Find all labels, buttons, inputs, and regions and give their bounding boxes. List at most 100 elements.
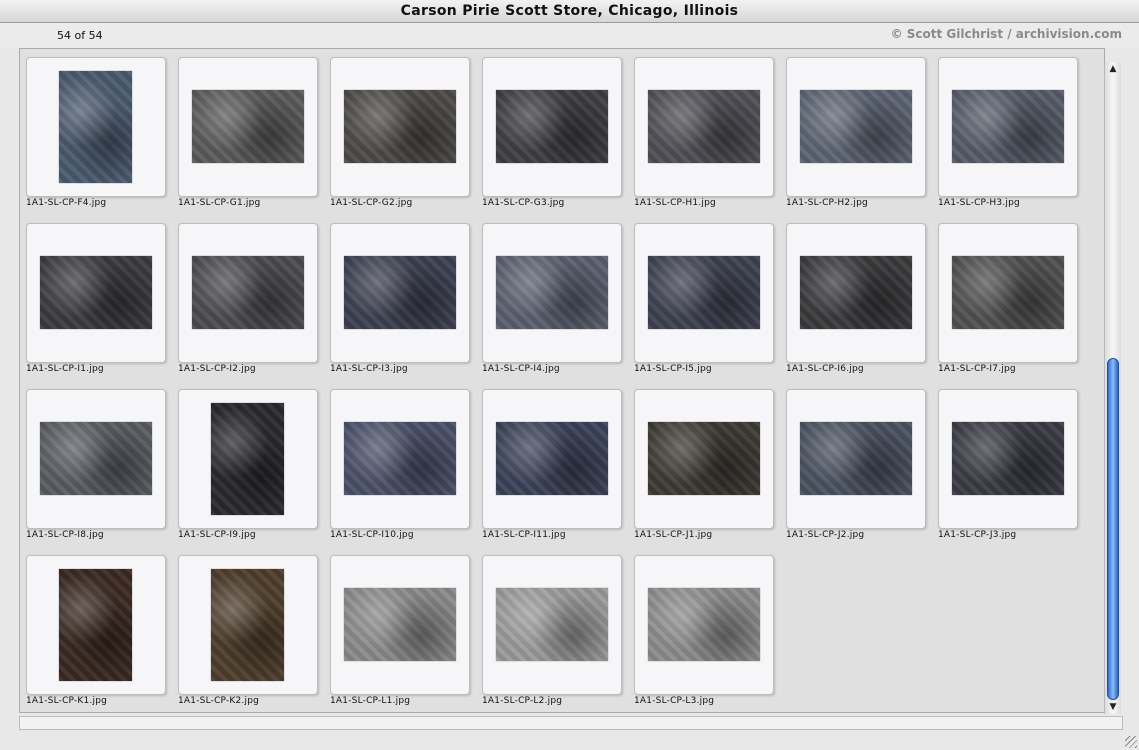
thumbnail-frame[interactable] (482, 555, 622, 695)
thumbnail-frame[interactable] (178, 223, 318, 363)
thumbnail-image[interactable] (648, 256, 760, 329)
thumbnail-item[interactable]: 1A1-SL-CP-I5.jpg (634, 223, 774, 379)
thumbnail-filename: 1A1-SL-CP-I8.jpg (26, 530, 104, 540)
scroll-up-arrow-icon[interactable]: ▲ (1105, 62, 1121, 76)
thumbnail-frame[interactable] (938, 223, 1078, 363)
thumbnail-frame[interactable] (634, 389, 774, 529)
thumbnail-filename: 1A1-SL-CP-L2.jpg (482, 696, 563, 706)
thumbnail-item[interactable]: 1A1-SL-CP-I7.jpg (938, 223, 1078, 379)
thumbnail-frame[interactable] (482, 389, 622, 529)
thumbnail-image[interactable] (211, 403, 284, 515)
thumbnail-item[interactable]: 1A1-SL-CP-I3.jpg (330, 223, 470, 379)
thumbnail-image[interactable] (344, 90, 456, 163)
thumbnail-item[interactable]: 1A1-SL-CP-F4.jpg (26, 57, 166, 213)
thumbnail-item[interactable]: 1A1-SL-CP-H3.jpg (938, 57, 1078, 213)
thumbnail-frame[interactable] (634, 555, 774, 695)
thumbnail-frame[interactable] (330, 555, 470, 695)
thumbnail-image[interactable] (648, 422, 760, 495)
thumbnail-image[interactable] (496, 588, 608, 661)
thumbnail-frame[interactable] (330, 57, 470, 197)
thumbnail-image[interactable] (344, 422, 456, 495)
thumbnail-frame[interactable] (330, 389, 470, 529)
thumbnail-item[interactable]: 1A1-SL-CP-K2.jpg (178, 555, 318, 711)
vertical-scrollbar[interactable]: ▲ ▼ (1104, 62, 1121, 714)
thumbnail-filename: 1A1-SL-CP-J1.jpg (634, 530, 713, 540)
thumbnail-filename: 1A1-SL-CP-J3.jpg (938, 530, 1017, 540)
thumbnail-image[interactable] (211, 569, 284, 681)
thumbnail-image[interactable] (800, 90, 912, 163)
thumbnail-image[interactable] (40, 422, 152, 495)
thumbnail-item[interactable]: 1A1-SL-CP-I10.jpg (330, 389, 470, 545)
thumbnail-item[interactable]: 1A1-SL-CP-I6.jpg (786, 223, 926, 379)
thumbnail-image[interactable] (800, 422, 912, 495)
thumbnail-frame[interactable] (786, 223, 926, 363)
thumbnail-item[interactable]: 1A1-SL-CP-I8.jpg (26, 389, 166, 545)
thumbnail-frame[interactable] (938, 389, 1078, 529)
thumbnail-image[interactable] (59, 71, 132, 183)
thumbnail-item[interactable]: 1A1-SL-CP-G1.jpg (178, 57, 318, 213)
thumbnail-item[interactable]: 1A1-SL-CP-L3.jpg (634, 555, 774, 711)
thumbnail-frame[interactable] (330, 223, 470, 363)
thumbnail-filename: 1A1-SL-CP-I9.jpg (178, 530, 256, 540)
thumbnail-filename: 1A1-SL-CP-I4.jpg (482, 364, 560, 374)
thumbnail-image[interactable] (952, 256, 1064, 329)
thumbnail-image[interactable] (192, 256, 304, 329)
thumbnail-frame[interactable] (938, 57, 1078, 197)
resize-grip-icon[interactable] (1125, 736, 1137, 748)
thumbnail-frame[interactable] (26, 57, 166, 197)
thumbnail-filename: 1A1-SL-CP-I5.jpg (634, 364, 712, 374)
thumbnail-frame[interactable] (634, 57, 774, 197)
thumbnail-grid: 1A1-SL-CP-F4.jpg 1A1-SL-CP-G1.jpg 1A1-SL-C… (19, 48, 1105, 713)
window-title: Carson Pirie Scott Store, Chicago, Illin… (0, 0, 1139, 23)
thumbnail-filename: 1A1-SL-CP-G3.jpg (482, 198, 565, 208)
thumbnail-item[interactable]: 1A1-SL-CP-J1.jpg (634, 389, 774, 545)
thumbnail-item[interactable]: 1A1-SL-CP-I2.jpg (178, 223, 318, 379)
thumbnail-image[interactable] (344, 256, 456, 329)
thumbnail-filename: 1A1-SL-CP-I6.jpg (786, 364, 864, 374)
thumbnail-image[interactable] (648, 588, 760, 661)
thumbnail-image[interactable] (59, 569, 132, 681)
thumbnail-image[interactable] (344, 588, 456, 661)
thumbnail-frame[interactable] (786, 389, 926, 529)
thumbnail-image[interactable] (40, 256, 152, 329)
thumbnail-filename: 1A1-SL-CP-J2.jpg (786, 530, 865, 540)
thumbnail-filename: 1A1-SL-CP-I1.jpg (26, 364, 104, 374)
thumbnail-image[interactable] (496, 256, 608, 329)
thumbnail-item[interactable]: 1A1-SL-CP-J3.jpg (938, 389, 1078, 545)
thumbnail-frame[interactable] (634, 223, 774, 363)
thumbnail-item[interactable]: 1A1-SL-CP-G3.jpg (482, 57, 622, 213)
thumbnail-filename: 1A1-SL-CP-G2.jpg (330, 198, 413, 208)
thumbnail-item[interactable]: 1A1-SL-CP-J2.jpg (786, 389, 926, 545)
thumbnail-item[interactable]: 1A1-SL-CP-K1.jpg (26, 555, 166, 711)
thumbnail-frame[interactable] (482, 223, 622, 363)
thumbnail-item[interactable]: 1A1-SL-CP-I4.jpg (482, 223, 622, 379)
thumbnail-frame[interactable] (178, 57, 318, 197)
thumbnail-image[interactable] (496, 422, 608, 495)
thumbnail-image[interactable] (496, 90, 608, 163)
thumbnail-filename: 1A1-SL-CP-L1.jpg (330, 696, 411, 706)
thumbnail-item[interactable]: 1A1-SL-CP-I1.jpg (26, 223, 166, 379)
thumbnail-image[interactable] (192, 90, 304, 163)
thumbnail-item[interactable]: 1A1-SL-CP-H1.jpg (634, 57, 774, 213)
thumbnail-image[interactable] (648, 90, 760, 163)
thumbnail-frame[interactable] (786, 57, 926, 197)
thumbnail-frame[interactable] (26, 389, 166, 529)
thumbnail-frame[interactable] (178, 555, 318, 695)
thumbnail-filename: 1A1-SL-CP-I3.jpg (330, 364, 408, 374)
scrollbar-thumb[interactable] (1107, 358, 1119, 700)
thumbnail-frame[interactable] (482, 57, 622, 197)
thumbnail-image[interactable] (952, 422, 1064, 495)
thumbnail-image[interactable] (952, 90, 1064, 163)
thumbnail-item[interactable]: 1A1-SL-CP-L2.jpg (482, 555, 622, 711)
thumbnail-item[interactable]: 1A1-SL-CP-H2.jpg (786, 57, 926, 213)
thumbnail-item[interactable]: 1A1-SL-CP-L1.jpg (330, 555, 470, 711)
thumbnail-item[interactable]: 1A1-SL-CP-G2.jpg (330, 57, 470, 213)
thumbnail-frame[interactable] (26, 555, 166, 695)
thumbnail-item[interactable]: 1A1-SL-CP-I11.jpg (482, 389, 622, 545)
thumbnail-item[interactable]: 1A1-SL-CP-I9.jpg (178, 389, 318, 545)
thumbnail-frame[interactable] (26, 223, 166, 363)
thumbnail-frame[interactable] (178, 389, 318, 529)
image-count: 54 of 54 (57, 29, 103, 42)
thumbnail-image[interactable] (800, 256, 912, 329)
scroll-down-arrow-icon[interactable]: ▼ (1105, 700, 1121, 714)
